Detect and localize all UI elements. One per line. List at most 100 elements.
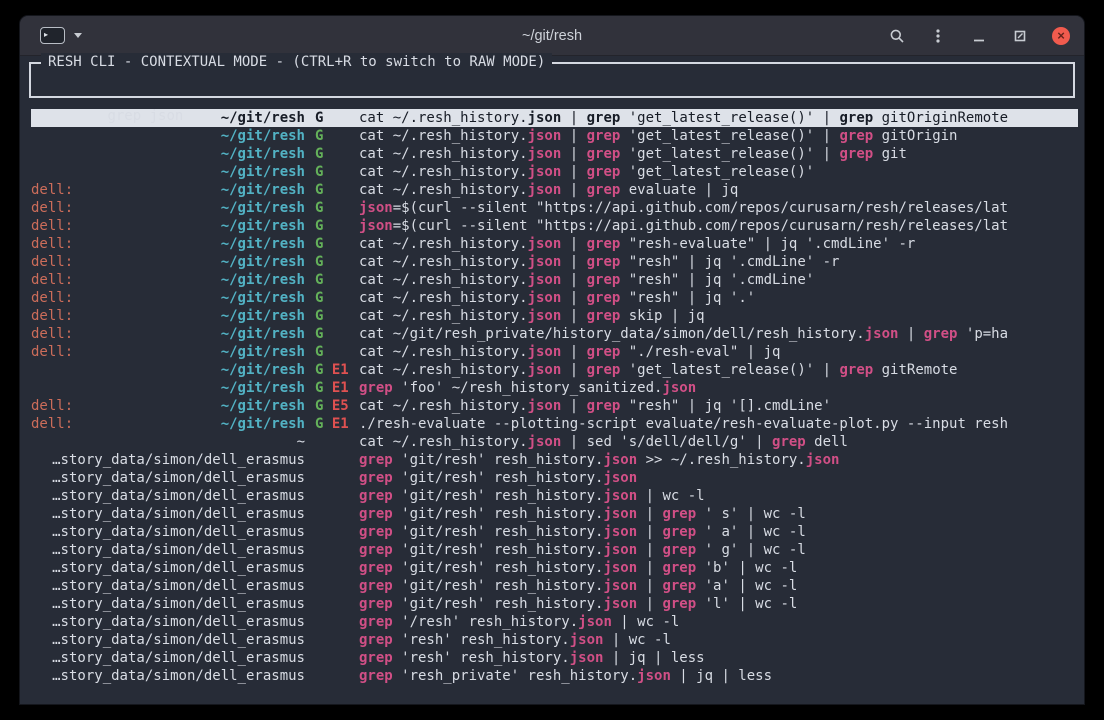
search-query-input[interactable]: grep json <box>107 108 183 124</box>
history-row[interactable]: dell:~/git/reshG E1./resh-evaluate --plo… <box>31 415 1078 433</box>
history-row[interactable]: ~/git/reshG E1cat ~/.resh_history.json |… <box>31 361 1078 379</box>
history-row[interactable]: dell:~/git/reshG E5cat ~/.resh_history.j… <box>31 397 1078 415</box>
match-highlight: json <box>603 560 637 576</box>
row-host: dell: <box>31 307 73 325</box>
history-row[interactable]: ~cat ~/.resh_history.json | sed 's/dell/… <box>31 433 1078 451</box>
match-highlight: json <box>528 434 562 450</box>
match-highlight: json <box>806 452 840 468</box>
row-command: grep 'git/resh' resh_history.json | grep… <box>359 505 1078 523</box>
titlebar[interactable]: ▸ ~/git/resh <box>20 16 1084 56</box>
row-command: cat ~/.resh_history.json | grep 'get_lat… <box>359 127 1078 145</box>
history-row[interactable]: dell:~/git/reshGcat ~/.resh_history.json… <box>31 343 1078 361</box>
row-flags: G <box>305 271 359 289</box>
match-highlight: grep <box>587 290 621 306</box>
row-flags: G <box>305 253 359 271</box>
window-title: ~/git/resh <box>522 28 582 44</box>
row-flags <box>305 631 359 649</box>
search-icon[interactable] <box>888 27 906 45</box>
history-row[interactable]: …story_data/simon/dell_erasmusgrep 'git/… <box>31 487 1078 505</box>
row-path: ~/git/resh <box>221 235 305 253</box>
history-row[interactable]: …story_data/simon/dell_erasmusgrep 'resh… <box>31 667 1078 685</box>
row-flags <box>305 505 359 523</box>
history-row[interactable]: dell:~/git/reshGcat ~/.resh_history.json… <box>31 253 1078 271</box>
match-highlight: json <box>603 596 637 612</box>
match-highlight: json <box>528 164 562 180</box>
history-row[interactable]: …story_data/simon/dell_erasmusgrep 'resh… <box>31 631 1078 649</box>
resh-query-box[interactable]: RESH CLI - CONTEXTUAL MODE - (CTRL+R to … <box>29 62 1075 98</box>
row-host: dell: <box>31 397 73 415</box>
match-highlight: json <box>528 398 562 414</box>
history-row[interactable]: ~/git/reshGcat ~/.resh_history.json | gr… <box>31 109 1078 127</box>
row-flags: G E1 <box>305 415 359 433</box>
row-context: …story_data/simon/dell_erasmus <box>31 541 305 559</box>
close-icon[interactable]: × <box>1052 27 1070 45</box>
history-row[interactable]: …story_data/simon/dell_erasmusgrep 'git/… <box>31 541 1078 559</box>
git-flag: G <box>315 128 323 144</box>
history-row[interactable]: …story_data/simon/dell_erasmusgrep 'git/… <box>31 451 1078 469</box>
terminal-window: ▸ ~/git/resh <box>20 16 1084 704</box>
row-context: …story_data/simon/dell_erasmus <box>31 577 305 595</box>
minimize-icon[interactable] <box>970 27 988 45</box>
history-row[interactable]: dell:~/git/reshGcat ~/git/resh_private/h… <box>31 325 1078 343</box>
history-row[interactable]: …story_data/simon/dell_erasmusgrep 'git/… <box>31 595 1078 613</box>
match-highlight: grep <box>839 128 873 144</box>
match-highlight: json <box>528 110 562 126</box>
history-row[interactable]: …story_data/simon/dell_erasmusgrep 'git/… <box>31 505 1078 523</box>
history-row[interactable]: ~/git/reshGcat ~/.resh_history.json | gr… <box>31 127 1078 145</box>
restore-icon[interactable] <box>1011 27 1029 45</box>
match-highlight: grep <box>359 560 393 576</box>
history-row[interactable]: …story_data/simon/dell_erasmusgrep 'git/… <box>31 559 1078 577</box>
row-path: …story_data/simon/dell_erasmus <box>52 613 305 631</box>
row-context: dell:~/git/resh <box>31 307 305 325</box>
history-row[interactable]: …story_data/simon/dell_erasmusgrep '/res… <box>31 613 1078 631</box>
history-row[interactable]: dell:~/git/reshGjson=$(curl --silent "ht… <box>31 217 1078 235</box>
history-row[interactable]: …story_data/simon/dell_erasmusgrep 'git/… <box>31 577 1078 595</box>
match-highlight: grep <box>359 650 393 666</box>
row-command: cat ~/.resh_history.json | grep "resh-ev… <box>359 235 1078 253</box>
row-context: dell:~/git/resh <box>31 199 305 217</box>
match-highlight: json <box>528 362 562 378</box>
row-path: ~/git/resh <box>221 397 305 415</box>
match-highlight: grep <box>359 596 393 612</box>
error-flag: E1 <box>332 380 349 396</box>
row-path: ~/git/resh <box>221 289 305 307</box>
history-row[interactable]: …story_data/simon/dell_erasmusgrep 'git/… <box>31 523 1078 541</box>
match-highlight: json <box>359 200 393 216</box>
git-flag: G <box>315 200 323 216</box>
row-context: …story_data/simon/dell_erasmus <box>31 631 305 649</box>
history-row[interactable]: dell:~/git/reshGcat ~/.resh_history.json… <box>31 235 1078 253</box>
new-tab-button[interactable]: ▸ <box>34 23 88 48</box>
row-flags <box>305 577 359 595</box>
history-row[interactable]: ~/git/reshGcat ~/.resh_history.json | gr… <box>31 163 1078 181</box>
row-command: grep 'foo' ~/resh_history_sanitized.json <box>359 379 1078 397</box>
row-host: dell: <box>31 181 73 199</box>
row-path: …story_data/simon/dell_erasmus <box>52 469 305 487</box>
history-row[interactable]: ~/git/reshGcat ~/.resh_history.json | gr… <box>31 145 1078 163</box>
history-row[interactable]: dell:~/git/reshGcat ~/.resh_history.json… <box>31 271 1078 289</box>
match-highlight: json <box>359 218 393 234</box>
git-flag: G <box>315 398 323 414</box>
row-command: cat ~/.resh_history.json | grep "resh" |… <box>359 289 1078 307</box>
row-flags <box>305 613 359 631</box>
history-row[interactable]: dell:~/git/reshGjson=$(curl --silent "ht… <box>31 199 1078 217</box>
row-flags: G <box>305 307 359 325</box>
match-highlight: json <box>528 272 562 288</box>
row-flags: G E1 <box>305 361 359 379</box>
row-context: dell:~/git/resh <box>31 271 305 289</box>
row-flags: G E1 <box>305 379 359 397</box>
row-host: dell: <box>31 343 73 361</box>
history-row[interactable]: …story_data/simon/dell_erasmusgrep 'git/… <box>31 469 1078 487</box>
history-row[interactable]: ~/git/reshG E1grep 'foo' ~/resh_history_… <box>31 379 1078 397</box>
history-row[interactable]: …story_data/simon/dell_erasmusgrep 'resh… <box>31 649 1078 667</box>
match-highlight: grep <box>662 596 696 612</box>
menu-icon[interactable] <box>929 27 947 45</box>
row-flags: G <box>305 181 359 199</box>
match-highlight: grep <box>587 398 621 414</box>
row-command: grep 'git/resh' resh_history.json | grep… <box>359 595 1078 613</box>
history-row[interactable]: dell:~/git/reshGcat ~/.resh_history.json… <box>31 307 1078 325</box>
row-path: …story_data/simon/dell_erasmus <box>52 559 305 577</box>
history-row[interactable]: dell:~/git/reshGcat ~/.resh_history.json… <box>31 181 1078 199</box>
match-highlight: grep <box>662 578 696 594</box>
history-row[interactable]: dell:~/git/reshGcat ~/.resh_history.json… <box>31 289 1078 307</box>
row-command: cat ~/.resh_history.json | grep 'get_lat… <box>359 361 1078 379</box>
